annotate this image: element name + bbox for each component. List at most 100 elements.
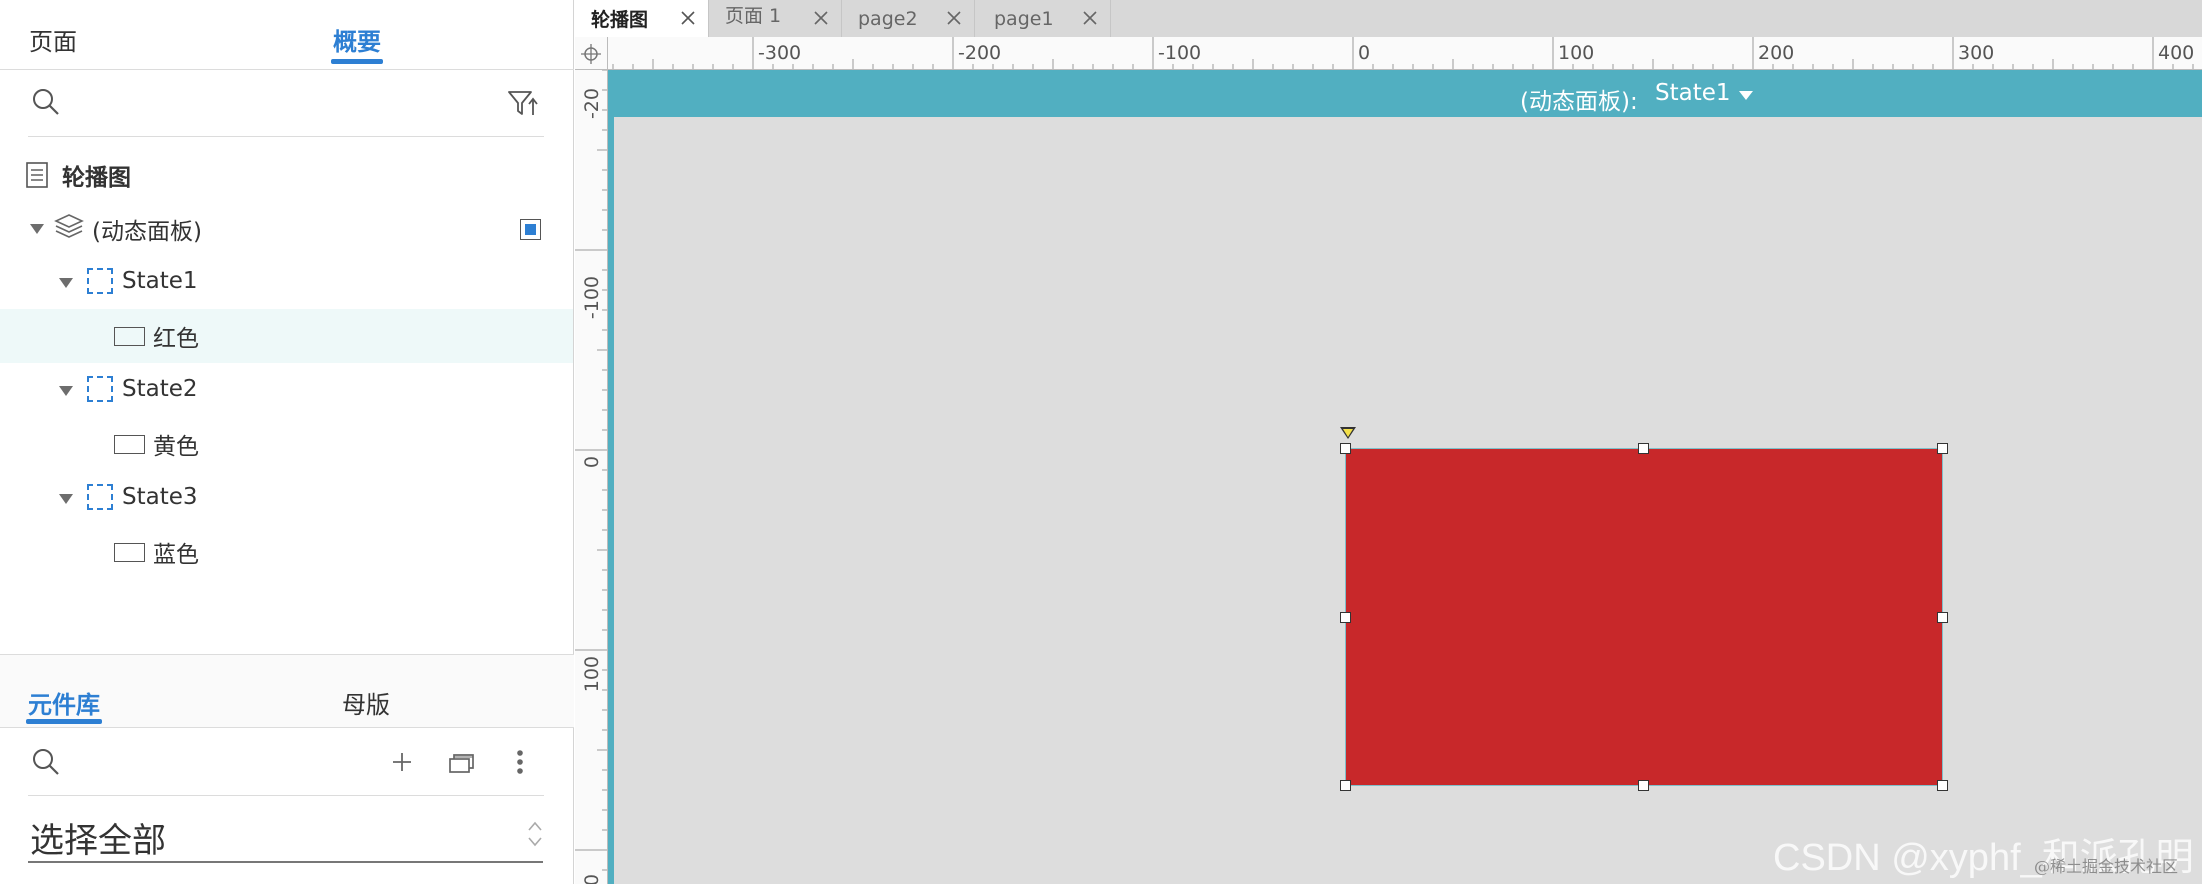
rectangle-icon bbox=[114, 435, 145, 454]
tab-outline-label: 概要 bbox=[333, 28, 381, 56]
ruler-label: 200 bbox=[1758, 42, 1794, 64]
horizontal-ruler[interactable]: -300 -200 -100 0 100 200 300 400 bbox=[608, 37, 2202, 70]
red-rectangle-widget[interactable] bbox=[1345, 448, 1943, 786]
resize-handle-right[interactable] bbox=[1937, 612, 1948, 623]
dynamic-panel-label: (动态面板): bbox=[1520, 89, 1638, 115]
vertical-ruler[interactable]: -20 -100 0 100 00 bbox=[575, 70, 608, 884]
ruler-label: 00 bbox=[581, 874, 603, 884]
tab-pages-label: 页面 bbox=[29, 28, 77, 56]
vertical-ruler-ticks: -20 -100 0 100 00 bbox=[575, 70, 607, 884]
tree-page-label: 轮播图 bbox=[62, 165, 131, 191]
copy-icon[interactable] bbox=[447, 748, 479, 776]
dynamic-panel-frame bbox=[608, 70, 614, 884]
resize-handle-top[interactable] bbox=[1638, 443, 1649, 454]
tree-item-dynamic-panel[interactable]: (动态面板) bbox=[0, 202, 573, 256]
tree-state2-label: State2 bbox=[122, 376, 198, 402]
ruler-label: 100 bbox=[581, 656, 603, 692]
tree-dynamic-panel-label: (动态面板) bbox=[92, 219, 202, 245]
close-icon[interactable] bbox=[946, 9, 962, 25]
tab-active-indicator bbox=[331, 59, 383, 64]
state-icon bbox=[87, 268, 113, 294]
rectangle-icon bbox=[114, 327, 145, 346]
tree-state3-label: State3 bbox=[122, 484, 198, 510]
close-icon[interactable] bbox=[680, 9, 696, 25]
resize-handle-top-right[interactable] bbox=[1937, 443, 1948, 454]
library-select[interactable]: 选择全部 bbox=[28, 807, 543, 863]
watermark-sub: @稀土掘金技术社区 bbox=[2034, 857, 2179, 876]
plus-icon[interactable] bbox=[388, 748, 416, 776]
resize-handle-bottom-right[interactable] bbox=[1937, 780, 1948, 791]
ruler-corner[interactable] bbox=[575, 37, 608, 70]
library-select-value: 选择全部 bbox=[30, 821, 166, 861]
document-tabs: 轮播图 页面 1 page2 page1 bbox=[575, 0, 2202, 37]
tree-state1-label: State1 bbox=[122, 268, 198, 294]
page-icon bbox=[26, 162, 48, 192]
ruler-label: -100 bbox=[1158, 42, 1201, 64]
ruler-label: -300 bbox=[758, 42, 801, 64]
tab-masters[interactable]: 母版 bbox=[342, 685, 390, 720]
library-panel: 元件库 母版 选择全部 bbox=[0, 654, 574, 884]
close-icon[interactable] bbox=[1082, 9, 1098, 25]
resize-handle-bottom[interactable] bbox=[1638, 780, 1649, 791]
ruler-label: -100 bbox=[581, 276, 603, 319]
doc-tab-carousel[interactable]: 轮播图 bbox=[575, 0, 709, 37]
resize-handle-top-left[interactable] bbox=[1340, 443, 1351, 454]
resize-handle-bottom-left[interactable] bbox=[1340, 780, 1351, 791]
tree-item-page[interactable]: 轮播图 bbox=[0, 148, 573, 202]
ruler-label: 300 bbox=[1958, 42, 1994, 64]
ruler-label: 400 bbox=[2158, 42, 2194, 64]
tree-item-state2[interactable]: State2 bbox=[0, 362, 573, 416]
tree-yellow-label: 黄色 bbox=[153, 434, 199, 460]
library-tabs: 元件库 母版 bbox=[0, 654, 574, 728]
doc-tab-label: page2 bbox=[858, 7, 918, 30]
library-search-row bbox=[28, 728, 544, 796]
chevron-updown-icon bbox=[527, 819, 543, 853]
crosshair-icon bbox=[581, 44, 601, 68]
anchor-icon-fill bbox=[1343, 429, 1353, 437]
doc-tab-page1-cn[interactable]: 页面 1 bbox=[709, 0, 842, 37]
dynamic-panel-state-bar bbox=[608, 70, 2202, 117]
tree-item-blue[interactable]: 蓝色 bbox=[0, 525, 573, 579]
more-vertical-icon[interactable] bbox=[510, 746, 530, 778]
ruler-label: 100 bbox=[1558, 42, 1594, 64]
tree-item-red[interactable]: 红色 bbox=[0, 309, 573, 363]
left-panel: 页面 概要 轮播图 (动态面板) State1 红色 State2 黄色 Sta… bbox=[0, 0, 574, 884]
tree-red-label: 红色 bbox=[153, 326, 199, 352]
tree-item-state3[interactable]: State3 bbox=[0, 470, 573, 524]
tab-widgets-label: 元件库 bbox=[28, 691, 100, 719]
outline-search-row bbox=[28, 70, 544, 137]
collapse-caret-icon[interactable] bbox=[30, 224, 44, 234]
filter-icon[interactable] bbox=[506, 86, 540, 120]
search-icon[interactable] bbox=[30, 746, 62, 778]
resize-handle-left[interactable] bbox=[1340, 612, 1351, 623]
search-icon[interactable] bbox=[30, 86, 62, 118]
state-selector[interactable]: State1 bbox=[1655, 80, 1731, 106]
tab-pages[interactable]: 页面 bbox=[29, 22, 77, 57]
visibility-toggle-icon[interactable] bbox=[520, 219, 541, 240]
tab-outline[interactable]: 概要 bbox=[331, 22, 383, 64]
layers-icon bbox=[54, 213, 84, 245]
ruler-label: -200 bbox=[958, 42, 1001, 64]
state-icon bbox=[87, 484, 113, 510]
collapse-caret-icon[interactable] bbox=[59, 386, 73, 396]
ruler-label: 0 bbox=[581, 456, 603, 468]
outline-tabs: 页面 概要 bbox=[0, 0, 574, 70]
chevron-down-icon[interactable] bbox=[1739, 91, 1753, 100]
close-icon[interactable] bbox=[813, 9, 829, 25]
collapse-caret-icon[interactable] bbox=[59, 278, 73, 288]
doc-tab-label: 轮播图 bbox=[591, 9, 649, 31]
tree-blue-label: 蓝色 bbox=[153, 542, 199, 568]
doc-tab-label: 页面 1 bbox=[725, 5, 782, 27]
tab-masters-label: 母版 bbox=[342, 691, 390, 719]
rectangle-icon bbox=[114, 543, 145, 562]
tree-item-state1[interactable]: State1 bbox=[0, 254, 573, 308]
tab-active-indicator bbox=[26, 719, 102, 724]
horizontal-ruler-ticks: -300 -200 -100 0 100 200 300 400 bbox=[612, 37, 2194, 69]
doc-tab-page1[interactable]: page1 bbox=[975, 0, 1111, 37]
collapse-caret-icon[interactable] bbox=[59, 494, 73, 504]
tab-widgets[interactable]: 元件库 bbox=[26, 685, 102, 724]
ruler-label: 0 bbox=[1358, 42, 1370, 64]
ruler-label: -20 bbox=[581, 88, 603, 119]
doc-tab-page2[interactable]: page2 bbox=[842, 0, 975, 37]
tree-item-yellow[interactable]: 黄色 bbox=[0, 417, 573, 471]
